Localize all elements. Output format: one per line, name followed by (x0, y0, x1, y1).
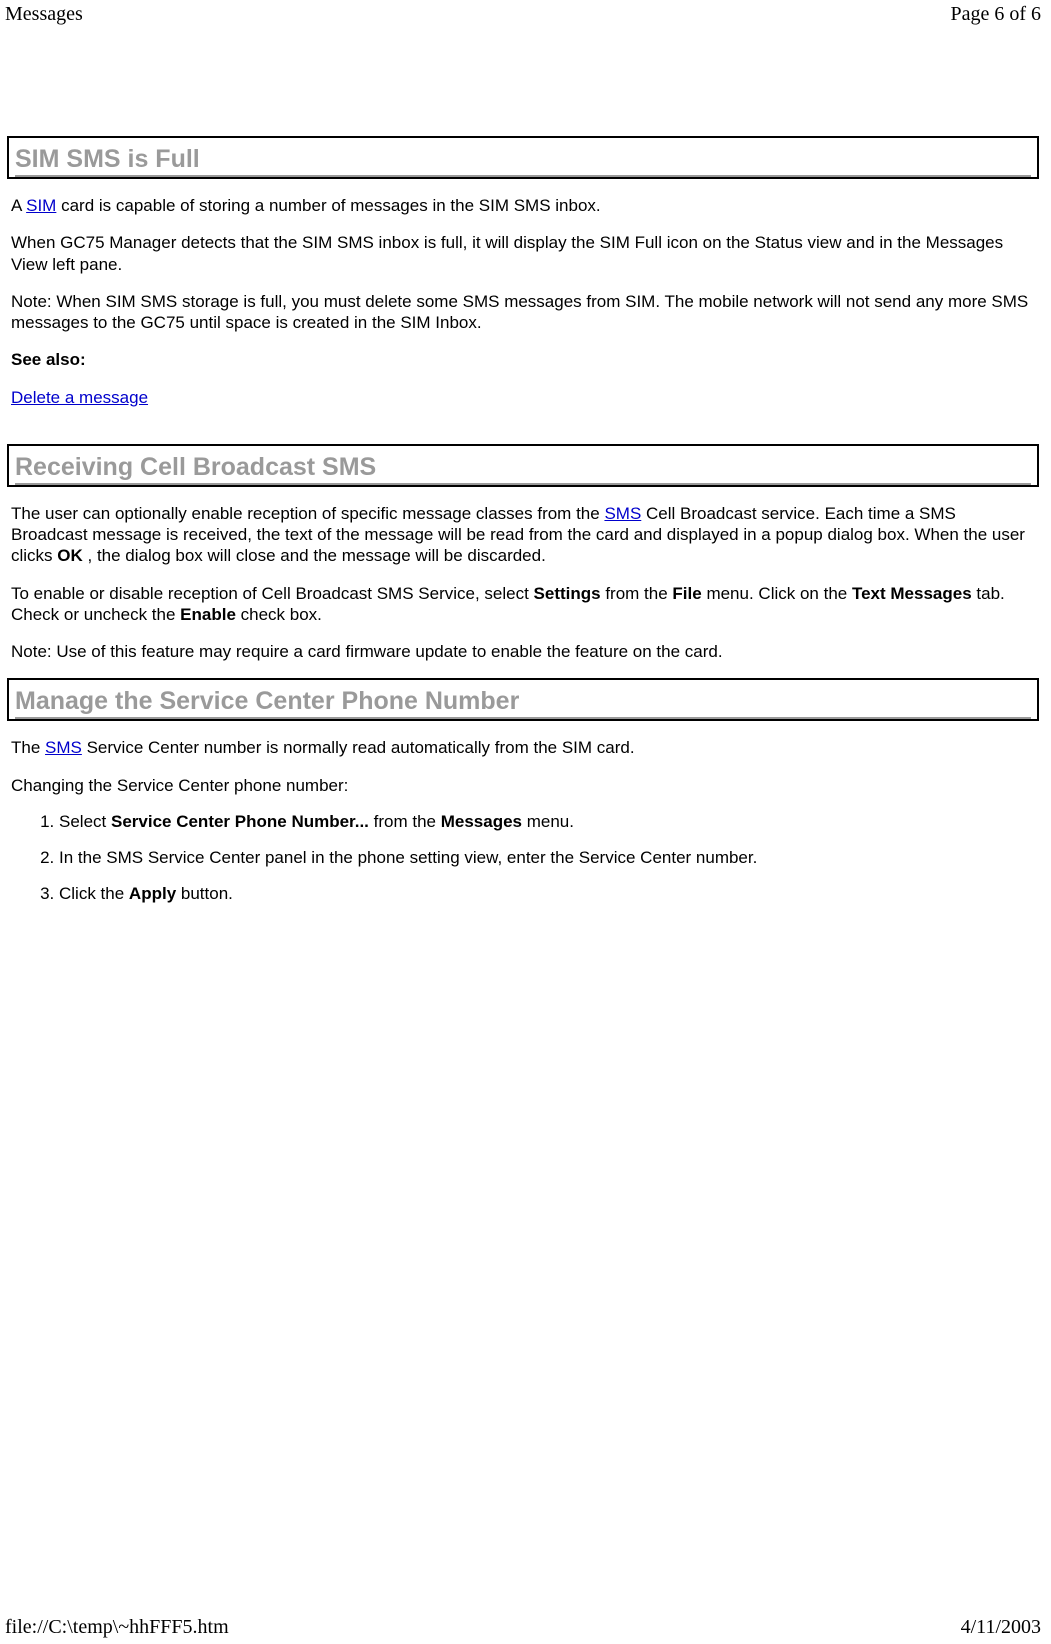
section-service-center: Manage the Service Center Phone Number (7, 678, 1039, 721)
see-also-label: See also: (11, 349, 1035, 370)
paragraph: Note: Use of this feature may require a … (11, 641, 1035, 662)
paragraph: Delete a message (11, 387, 1035, 408)
footer-date: 4/11/2003 (961, 1616, 1041, 1639)
link-sms[interactable]: SMS (604, 504, 641, 523)
heading-cell-broadcast: Receiving Cell Broadcast SMS (15, 453, 1031, 485)
content-cell-broadcast: The user can optionally enable reception… (5, 503, 1041, 663)
link-sms-2[interactable]: SMS (45, 738, 82, 757)
ordered-list-steps: Select Service Center Phone Number... fr… (11, 812, 1035, 904)
paragraph: Changing the Service Center phone number… (11, 775, 1035, 796)
paragraph: Note: When SIM SMS storage is full, you … (11, 291, 1035, 334)
heading-sim-sms-full: SIM SMS is Full (15, 145, 1031, 177)
content-sim-sms-full: A SIM card is capable of storing a numbe… (5, 195, 1041, 408)
section-sim-sms-full: SIM SMS is Full (7, 136, 1039, 179)
heading-service-center: Manage the Service Center Phone Number (15, 687, 1031, 719)
page-footer: file://C:\temp\~hhFFF5.htm 4/11/2003 (5, 1616, 1041, 1639)
list-item: Select Service Center Phone Number... fr… (59, 812, 1035, 832)
link-delete-message[interactable]: Delete a message (11, 388, 148, 407)
paragraph: A SIM card is capable of storing a numbe… (11, 195, 1035, 216)
footer-path: file://C:\temp\~hhFFF5.htm (5, 1616, 229, 1639)
page-header: Messages Page 6 of 6 (5, 3, 1041, 26)
paragraph: The SMS Service Center number is normall… (11, 737, 1035, 758)
paragraph: When GC75 Manager detects that the SIM S… (11, 232, 1035, 275)
link-sim[interactable]: SIM (26, 196, 56, 215)
content-service-center: The SMS Service Center number is normall… (5, 737, 1041, 904)
header-title: Messages (5, 3, 83, 26)
list-item: Click the Apply button. (59, 884, 1035, 904)
paragraph: The user can optionally enable reception… (11, 503, 1035, 567)
list-item: In the SMS Service Center panel in the p… (59, 848, 1035, 868)
section-cell-broadcast: Receiving Cell Broadcast SMS (7, 444, 1039, 487)
header-page-number: Page 6 of 6 (950, 3, 1041, 26)
paragraph: To enable or disable reception of Cell B… (11, 583, 1035, 626)
